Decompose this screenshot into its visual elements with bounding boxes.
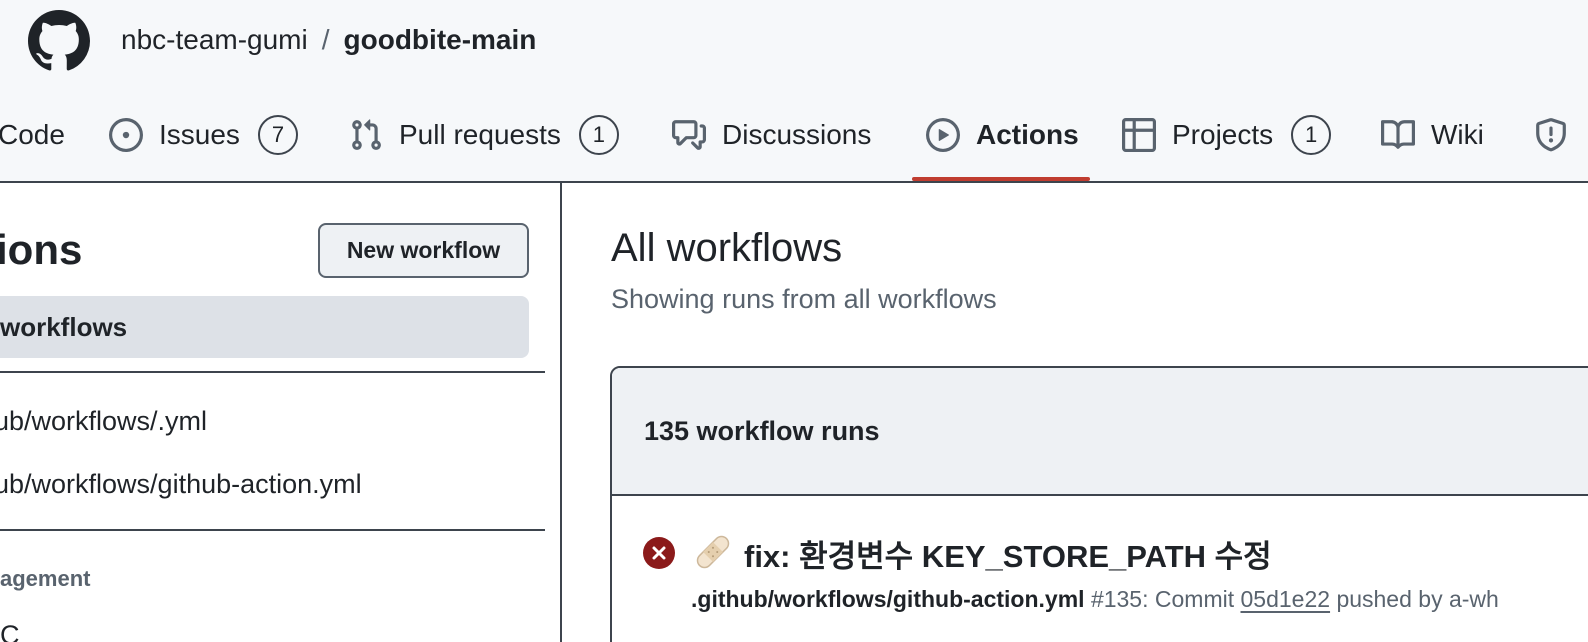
page-title: All workflows	[611, 226, 843, 270]
breadcrumb-separator: /	[321, 24, 330, 55]
tab-issues[interactable]: Issues 7	[109, 112, 298, 158]
play-icon	[926, 118, 960, 152]
book-icon	[1381, 120, 1415, 149]
sidebar-section-heading: agement	[0, 566, 91, 591]
repo-header: nbc-team-gumi / goodbite-main Code Issue…	[0, 0, 1588, 183]
table-icon	[1122, 118, 1156, 152]
shield-icon	[1536, 118, 1566, 152]
adhesive-bandage-icon	[696, 535, 730, 569]
sidebar-workflow-label: ub/workflows/github-action.yml	[0, 469, 362, 499]
projects-count-badge: 1	[1291, 115, 1332, 155]
workflow-runs-count: 135 workflow runs	[644, 415, 880, 446]
run-title-link[interactable]: fix: 환경변수 KEY_STORE_PATH 수정	[744, 531, 1272, 576]
repo-link[interactable]: goodbite-main	[344, 24, 537, 56]
sidebar-divider	[0, 529, 545, 531]
issue-opened-icon	[109, 118, 143, 152]
tab-projects[interactable]: Projects 1	[1122, 112, 1332, 158]
page-subtitle: Showing runs from all workflows	[611, 284, 997, 314]
sidebar-workflow-label: ub/workflows/.yml	[0, 406, 208, 436]
tab-wiki-label: Wiki	[1431, 119, 1484, 150]
active-tab-indicator	[912, 177, 1090, 181]
tab-projects-label: Projects	[1172, 119, 1274, 150]
sidebar-workflow-item[interactable]: ub/workflows/.yml	[0, 406, 545, 437]
tab-pull-requests-label: Pull requests	[399, 119, 561, 150]
run-commit-link[interactable]: 05d1e22	[1241, 586, 1331, 612]
sidebar-item-partial[interactable]: C	[0, 620, 20, 642]
tab-discussions[interactable]: Discussions	[672, 112, 871, 158]
workflow-runs-header: 135 workflow runs	[612, 368, 1588, 496]
sidebar-divider	[0, 371, 545, 373]
tab-actions-label: Actions	[976, 119, 1079, 150]
tab-code[interactable]: Code	[0, 112, 65, 158]
tab-actions[interactable]: Actions	[926, 112, 1079, 158]
comment-discussion-icon	[672, 120, 706, 150]
sidebar-item-all-workflows[interactable]: workflows	[0, 296, 529, 358]
git-pull-request-icon	[352, 119, 381, 150]
tab-wiki[interactable]: Wiki	[1381, 112, 1484, 158]
pull-requests-count-badge: 1	[578, 115, 619, 155]
run-number: #135: Commit	[1090, 586, 1235, 612]
tab-discussions-label: Discussions	[722, 119, 872, 150]
run-pushed-by: pushed by a-wh	[1336, 586, 1499, 612]
x-circle-fill-icon	[643, 537, 675, 569]
sidebar-workflow-item[interactable]: ub/workflows/github-action.yml	[0, 469, 545, 500]
tab-issues-label: Issues	[159, 119, 240, 150]
new-workflow-button[interactable]: New workflow	[318, 223, 529, 278]
run-meta: .github/workflows/github-action.yml #135…	[691, 586, 1499, 613]
sidebar-title: ions	[0, 226, 83, 273]
tab-code-label: Code	[0, 119, 65, 150]
breadcrumb: nbc-team-gumi / goodbite-main	[121, 22, 536, 58]
tab-pull-requests[interactable]: Pull requests 1	[349, 112, 619, 158]
github-octocat-icon[interactable]	[28, 10, 90, 72]
tab-security[interactable]	[1534, 112, 1584, 158]
run-workflow-file: .github/workflows/github-action.yml	[691, 586, 1085, 612]
owner-link[interactable]: nbc-team-gumi	[121, 24, 308, 56]
issues-count-badge: 7	[257, 115, 298, 155]
